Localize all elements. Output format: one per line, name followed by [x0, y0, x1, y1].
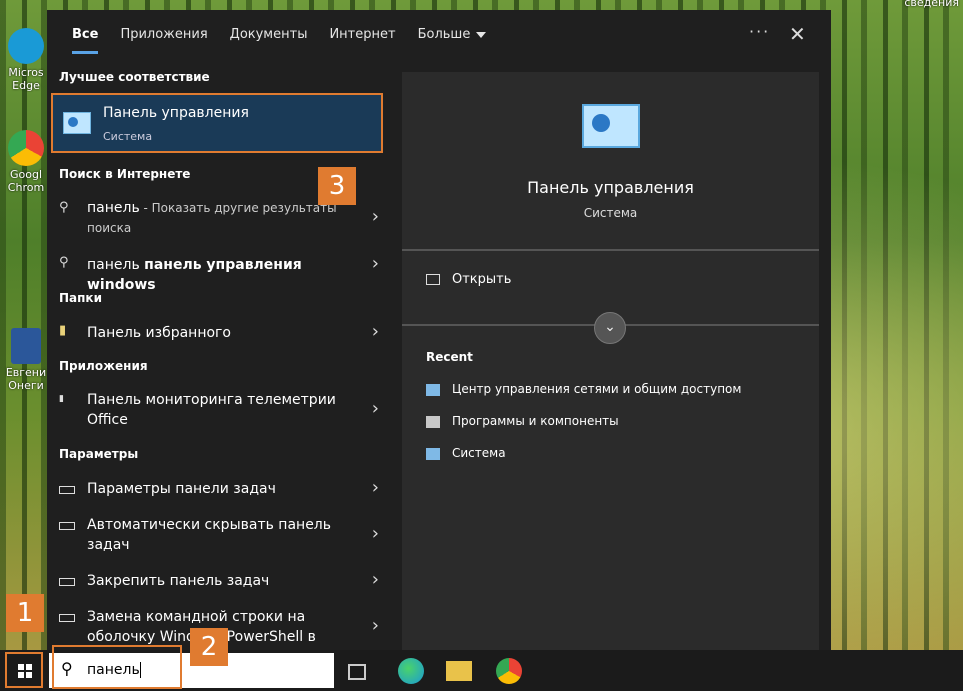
windows-logo-icon: [18, 664, 32, 678]
system-icon: [426, 447, 440, 460]
chevron-down-icon: [476, 31, 487, 38]
programs-icon: [426, 415, 440, 428]
step-badge-3: 3: [318, 167, 356, 205]
chevron-right-icon: ›: [371, 321, 379, 342]
tab-more[interactable]: Больше: [407, 10, 498, 60]
corner-text: сведения: [904, 0, 959, 9]
chevron-right-icon: ›: [371, 398, 379, 419]
tab-apps[interactable]: Приложения: [109, 10, 218, 60]
section-best-match: Лучшее соответствие: [59, 70, 210, 84]
search-tabs: Все Приложения Документы Интернет Больше: [47, 10, 831, 60]
chevron-right-icon: ›: [371, 206, 379, 227]
section-web: Поиск в Интернете: [59, 167, 191, 181]
folder-result-item[interactable]: ▮ Панель избранного ›: [47, 321, 387, 345]
file-explorer-icon[interactable]: [446, 661, 472, 681]
step-badge-2: 2: [190, 628, 228, 666]
search-icon: ⚲: [61, 659, 73, 678]
close-icon[interactable]: ✕: [789, 22, 806, 46]
desktop-icon-chrome[interactable]: Googl Chrom: [4, 130, 48, 194]
recent-item[interactable]: Центр управления сетями и общим доступом: [426, 382, 741, 396]
text-cursor: [139, 662, 141, 678]
search-input[interactable]: панель: [87, 662, 140, 678]
recent-item[interactable]: Система: [426, 446, 506, 460]
preview-title: Панель управления: [527, 178, 694, 197]
section-folders: Папки: [59, 291, 102, 305]
taskbar-settings-icon: [59, 522, 75, 530]
recent-header: Recent: [426, 350, 473, 364]
settings-result-item[interactable]: Закрепить панель задач ›: [47, 569, 387, 593]
chevron-right-icon: ›: [371, 523, 379, 544]
chrome-icon[interactable]: [496, 658, 522, 684]
tab-web[interactable]: Интернет: [318, 10, 406, 60]
settings-result-item[interactable]: Автоматически скрывать панель задач ›: [47, 515, 387, 557]
settings-result-item[interactable]: Параметры панели задач ›: [47, 477, 387, 501]
edge-icon: [8, 28, 44, 64]
app-result-item[interactable]: ▮ Панель мониторинга телеметрии Office ›: [47, 390, 387, 432]
divider: [402, 249, 819, 251]
results-list: Лучшее соответствие Панель управления Си…: [47, 65, 387, 650]
taskbar-settings-icon: [59, 486, 75, 494]
web-result-item[interactable]: ⚲ панель панель управления windows ›: [47, 253, 387, 293]
tab-documents[interactable]: Документы: [219, 10, 319, 60]
chevron-right-icon: ›: [371, 569, 379, 590]
desktop-icon-edge[interactable]: Micros Edge: [4, 28, 48, 92]
preview-subtitle: Система: [583, 206, 638, 220]
best-match-title: Панель управления: [103, 105, 249, 121]
desktop-icon-label: Евгени Онеги: [5, 366, 47, 392]
folder-icon: ▮: [59, 323, 67, 338]
chevron-right-icon: ›: [371, 253, 379, 274]
best-match-item[interactable]: Панель управления Система: [51, 93, 383, 153]
chevron-right-icon: ›: [371, 477, 379, 498]
search-icon: ⚲: [59, 255, 69, 270]
chevron-right-icon: ›: [371, 615, 379, 636]
search-icon: ⚲: [59, 200, 69, 215]
taskbar-settings-icon: [59, 614, 75, 622]
desktop-icon-label: Micros Edge: [8, 66, 44, 92]
desktop-icon-label: Googl Chrom: [7, 168, 45, 194]
edge-icon[interactable]: [398, 658, 424, 684]
document-icon: ▮: [59, 394, 64, 404]
chrome-icon: [8, 130, 44, 166]
network-center-icon: [426, 383, 440, 396]
taskbar-settings-icon: [59, 578, 75, 586]
preview-pane: Панель управления Система Открыть ⌄ Rece…: [402, 72, 819, 650]
step-badge-1: 1: [6, 594, 44, 632]
expand-chevron-icon[interactable]: ⌄: [594, 312, 626, 344]
search-panel: Все Приложения Документы Интернет Больше…: [47, 10, 831, 650]
section-settings: Параметры: [59, 447, 139, 461]
desktop-icon-word-doc[interactable]: Евгени Онеги: [4, 328, 48, 392]
tab-all[interactable]: Все: [61, 10, 109, 60]
open-action[interactable]: Открыть: [426, 272, 511, 287]
best-match-subtitle: Система: [103, 130, 153, 143]
word-document-icon: [11, 328, 41, 364]
task-view-icon[interactable]: [348, 664, 366, 680]
start-button[interactable]: [5, 652, 43, 688]
more-options-icon[interactable]: ···: [749, 22, 770, 41]
control-panel-large-icon: [582, 104, 640, 148]
open-external-icon: [426, 274, 440, 285]
control-panel-icon: [63, 112, 91, 134]
section-apps: Приложения: [59, 359, 148, 373]
recent-item[interactable]: Программы и компоненты: [426, 414, 619, 428]
